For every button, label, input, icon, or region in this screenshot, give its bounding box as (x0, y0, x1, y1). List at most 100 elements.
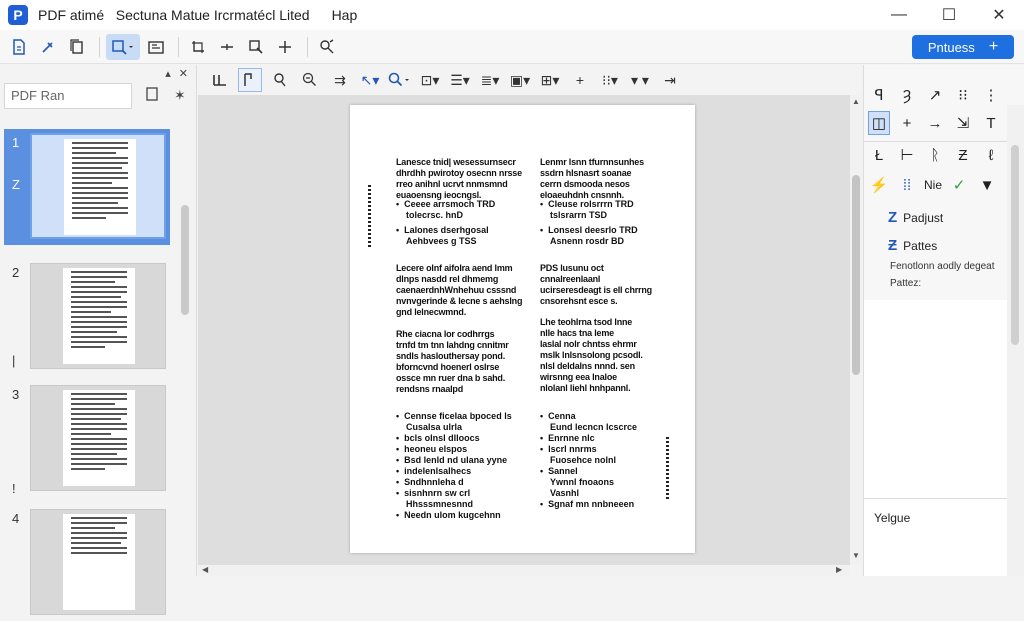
side-marker (666, 437, 669, 499)
select-cursor-icon[interactable] (238, 68, 262, 92)
side-marker (368, 185, 371, 247)
hand-icon[interactable] (314, 34, 340, 60)
move-icon[interactable] (214, 34, 240, 60)
wand-icon[interactable]: ⚡ (868, 173, 890, 197)
plus-icon[interactable]: + (568, 68, 592, 92)
crop-icon[interactable] (185, 34, 211, 60)
zoom-search-icon[interactable] (106, 33, 140, 60)
edit-link-icon[interactable] (35, 34, 61, 60)
page-thumbnails-sidebar: ▴ ✕ PDF Ran ✶ 1 Z 2 | 3 ! 4 (0, 65, 197, 615)
resize-icon[interactable]: ⇲ (952, 111, 974, 135)
panel-content-area (864, 300, 1007, 498)
sidebar-close-icon[interactable]: ✕ (179, 67, 188, 80)
arrow-tool-icon[interactable]: ↗ (924, 83, 946, 107)
column-1-paragraph-1: Lanesce tnid| wesessurnsecr dhrdhh pwirot… (396, 157, 522, 200)
panel-scrollbar[interactable] (1007, 105, 1024, 576)
page-number: 4 (12, 511, 20, 526)
text-tool-icon[interactable] (208, 68, 232, 92)
page-thumbnail[interactable]: 3 ! (0, 381, 180, 497)
more-vertical-icon[interactable]: ⋮ (980, 83, 1002, 107)
thumbnail-page-image (63, 514, 135, 610)
column-1-bullets-2: • Cennse ficelaa bpoced ls Cusalsa ulrla… (396, 411, 512, 520)
page-thumbnail[interactable]: 4 (0, 505, 180, 621)
text-tool-icon[interactable]: T (980, 111, 1002, 135)
scrollbar-thumb[interactable] (852, 175, 860, 375)
adjust-item[interactable]: Z Padjust (888, 209, 943, 226)
plus-icon: + (988, 38, 999, 55)
column-1-bullets-1: • Ceeee arrsmoch TRD tolecrsc. hnD • Lal… (396, 199, 496, 246)
document-horizontal-scrollbar[interactable]: ◀ ▶ (198, 565, 850, 576)
align-left-icon[interactable]: ☰▾ (448, 68, 472, 92)
tool-row-4: ⚡ ⁞⁞ Nie ✓ ▼ (868, 173, 998, 197)
minimize-button[interactable]: — (874, 0, 924, 30)
sidebar-scrollbar[interactable] (181, 205, 189, 315)
column-1-paragraph-2: Lecere olnf aifolra aend lmm dlnps nasdd … (396, 263, 523, 317)
thumbnail-frame (30, 133, 166, 239)
zoom-in-icon[interactable] (298, 68, 322, 92)
column-2-bullets-2: • Cenna Eund lecncn lcscrce • Enrnne nlc… (540, 411, 638, 509)
tool-label[interactable]: Nie (924, 178, 942, 192)
bookmark-icon[interactable] (146, 87, 158, 104)
column-2-paragraph-2: PDS lusunu oct cnnalreenlaanl ucirseresdea… (540, 263, 652, 306)
copy-icon[interactable] (64, 34, 90, 60)
frame-icon[interactable]: ⊡▾ (418, 68, 442, 92)
scroll-right-icon[interactable]: ▶ (836, 565, 842, 574)
arrow-right-icon[interactable]: → (924, 111, 946, 135)
document-view[interactable]: Lanesce tnid| wesessurnsecr dhrdhh pwirot… (198, 95, 850, 565)
patches-label: Pattes (903, 238, 938, 253)
page-thumbnail[interactable]: 2 | (0, 259, 180, 375)
page-thumbnail[interactable]: 1 Z (0, 129, 180, 245)
options-star-icon[interactable]: ✶ (174, 87, 186, 104)
draw-tool-icon[interactable]: ꟼ (868, 83, 890, 107)
script-tool-icon[interactable]: ℓ (980, 143, 1002, 167)
maximize-button[interactable]: ☐ (924, 0, 974, 30)
table-icon[interactable]: ⊞▾ (538, 68, 562, 92)
columns-icon[interactable]: ⁞⁞ (896, 173, 918, 197)
collapse-up-icon[interactable]: ▴ (165, 67, 171, 80)
more-dropdown-icon[interactable]: ▾ ▾ (628, 68, 652, 92)
grid-dots-icon[interactable]: ⁝⁝ (952, 83, 974, 107)
add-icon[interactable] (272, 34, 298, 60)
adjust-label: Padjust (903, 210, 944, 225)
new-doc-icon[interactable] (6, 34, 32, 60)
pen-tool-icon[interactable]: Ȝ (896, 83, 918, 107)
grid-icon[interactable]: ⁝⁝▾ (598, 68, 622, 92)
primary-action-button[interactable]: Pntuess + (912, 35, 1014, 59)
thumbnail-page-image (64, 139, 136, 235)
scroll-up-icon[interactable]: ▲ (850, 97, 862, 106)
lasso-icon[interactable] (268, 68, 292, 92)
panel-subheading: Pattez: (890, 278, 922, 289)
panel-layout-icon[interactable]: ◫ (868, 111, 890, 135)
scroll-left-icon[interactable]: ◀ (202, 565, 208, 574)
box-icon[interactable]: ▣▾ (508, 68, 532, 92)
patches-item[interactable]: Ƶ Pattes (888, 237, 937, 254)
export-icon[interactable] (143, 34, 169, 60)
dropdown-icon[interactable]: ▼ (976, 173, 998, 197)
arrows-icon[interactable]: ⇉ (328, 68, 352, 92)
line-tool-icon[interactable]: Ł (868, 143, 890, 167)
primary-action-label: Pntuess (927, 39, 975, 55)
list-icon[interactable]: ≣▾ (478, 68, 502, 92)
insert-icon[interactable] (243, 34, 269, 60)
column-2-paragraph-1: Lenmr lsnn tfurnnsunhes ssdrn hlsnasrt so… (540, 157, 644, 200)
pointer-icon[interactable]: ↖▾ (358, 68, 382, 92)
app-logo-icon: P (8, 5, 28, 25)
column-2-bullets-1: • Cleuse rolsrrrn TRD tslsrarrn TSD • Lo… (540, 199, 638, 246)
panel-scrollbar-thumb[interactable] (1011, 145, 1019, 345)
sidebar-search-input[interactable]: PDF Ran (4, 83, 132, 109)
scroll-down-icon[interactable]: ▼ (850, 551, 862, 560)
close-button[interactable]: ✕ (974, 0, 1024, 30)
measure-tool-icon[interactable]: ⊢ (896, 143, 918, 167)
window-title: PDF atimé Sectuna Matue Ircrmatécl Lited (38, 7, 310, 23)
z-tool-icon[interactable]: Ƶ (952, 143, 974, 167)
search-icon[interactable] (388, 68, 412, 92)
collapse-icon[interactable]: ⇥ (658, 68, 682, 92)
pdf-page[interactable]: Lanesce tnid| wesessurnsecr dhrdhh pwirot… (350, 105, 695, 553)
document-vertical-scrollbar[interactable]: ▲ ▼ (850, 95, 862, 565)
thumbnail-page-image (63, 390, 135, 486)
check-icon[interactable]: ✓ (948, 173, 970, 197)
help-menu[interactable]: Hap (332, 7, 358, 23)
add-tool-icon[interactable]: + (896, 111, 918, 135)
stamp-tool-icon[interactable]: ᚱ (924, 143, 946, 167)
right-tools-panel: ꟼ Ȝ ↗ ⁝⁝ ⋮ ◫ + → ⇲ T ● Ł ⊢ ᚱ Ƶ ℓ ⚡ ⁞⁞ Ni… (863, 65, 1024, 576)
